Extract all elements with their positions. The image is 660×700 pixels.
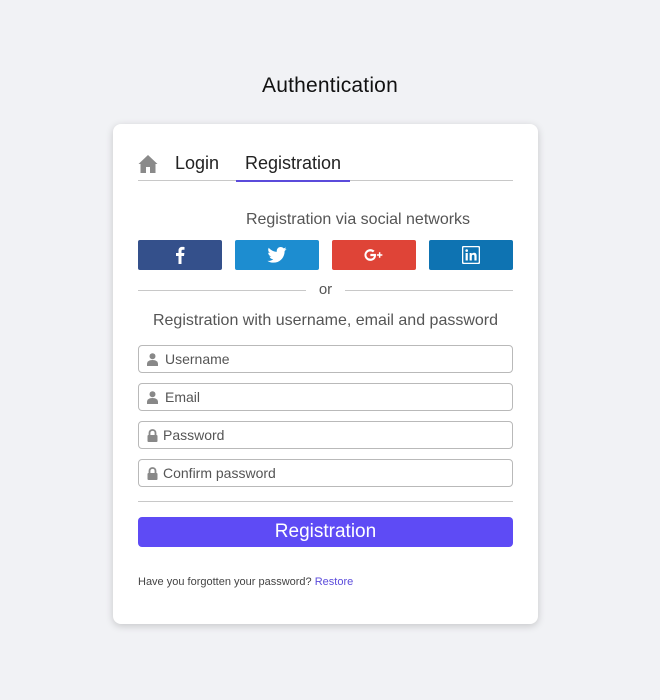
google-plus-button[interactable] — [332, 240, 416, 270]
social-buttons — [138, 240, 513, 270]
forgot-password-text: Have you forgotten your password? — [138, 576, 312, 588]
confirm-password-field — [138, 459, 513, 487]
social-caption: Registration via social networks — [245, 211, 471, 228]
home-icon[interactable] — [138, 154, 158, 174]
auth-card: Login Registration Registration via soci… — [113, 124, 538, 624]
linkedin-button[interactable] — [429, 240, 513, 270]
google-plus-icon — [364, 249, 383, 261]
linkedin-icon — [462, 246, 480, 264]
twitter-icon — [267, 247, 287, 263]
username-input[interactable] — [165, 346, 505, 372]
facebook-icon — [176, 246, 185, 264]
password-field — [138, 421, 513, 449]
tab-bar: Login Registration — [138, 148, 513, 182]
forgot-password-note: Have you forgotten your password? Restor… — [138, 576, 353, 588]
page-title: Authentication — [262, 74, 398, 97]
twitter-button[interactable] — [235, 240, 319, 270]
tab-registration[interactable]: Registration — [236, 151, 350, 182]
user-icon — [147, 353, 158, 366]
confirm-password-input[interactable] — [163, 460, 503, 486]
user-icon — [147, 391, 158, 404]
tab-login[interactable]: Login — [174, 151, 220, 181]
form-separator — [138, 501, 513, 502]
username-field — [138, 345, 513, 373]
restore-link[interactable]: Restore — [315, 576, 354, 588]
registration-submit-button[interactable]: Registration — [138, 517, 513, 547]
email-field — [138, 383, 513, 411]
or-divider: or — [138, 280, 513, 300]
facebook-button[interactable] — [138, 240, 222, 270]
lock-icon — [147, 467, 158, 480]
email-input[interactable] — [165, 384, 505, 410]
divider-line — [345, 290, 513, 291]
form-caption: Registration with username, email and pa… — [152, 312, 499, 329]
password-input[interactable] — [163, 422, 503, 448]
lock-icon — [147, 429, 158, 442]
